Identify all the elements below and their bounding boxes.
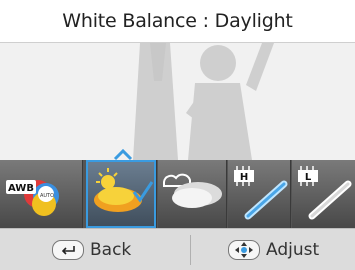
cloud-icon [163, 173, 222, 208]
awb-icon: AWB AUTO [6, 180, 59, 216]
svg-text:AWB: AWB [8, 183, 34, 194]
svg-text:L: L [305, 172, 312, 183]
adjust-label: Adjust [266, 240, 320, 260]
svg-text:AUTO: AUTO [40, 193, 54, 199]
camera-screen: White Balance : Daylight AWB AUTO H L Ba… [0, 0, 355, 270]
page-title: White Balance : Daylight [62, 10, 293, 32]
adjust-key [228, 240, 260, 260]
sun-icon [94, 168, 154, 212]
fluorescent-h-icon: H [234, 166, 288, 220]
wb-option-fluorescent-l[interactable]: L [292, 160, 355, 228]
wb-option-cloudy[interactable] [158, 160, 227, 228]
title-bar: White Balance : Daylight [0, 0, 355, 43]
dpad-icon [235, 242, 253, 258]
wb-option-fluorescent-h[interactable]: H [228, 160, 291, 228]
adjust-button[interactable]: Adjust [228, 229, 319, 270]
back-button[interactable]: Back [52, 229, 131, 270]
wb-option-daylight[interactable] [86, 160, 157, 228]
bottom-bar: Back Adjust [0, 228, 355, 270]
chevron-up-icon[interactable] [113, 149, 133, 161]
fluorescent-l-icon: L [298, 166, 352, 220]
svg-text:H: H [240, 172, 248, 183]
preview-silhouette [133, 43, 274, 160]
bottom-divider [190, 235, 191, 265]
wb-option-auto[interactable]: AWB AUTO [0, 160, 83, 228]
live-preview [0, 43, 355, 160]
back-label: Back [90, 240, 132, 260]
white-balance-options: AWB AUTO H L [0, 160, 355, 228]
back-key [52, 240, 84, 260]
return-arrow-icon [61, 246, 75, 255]
